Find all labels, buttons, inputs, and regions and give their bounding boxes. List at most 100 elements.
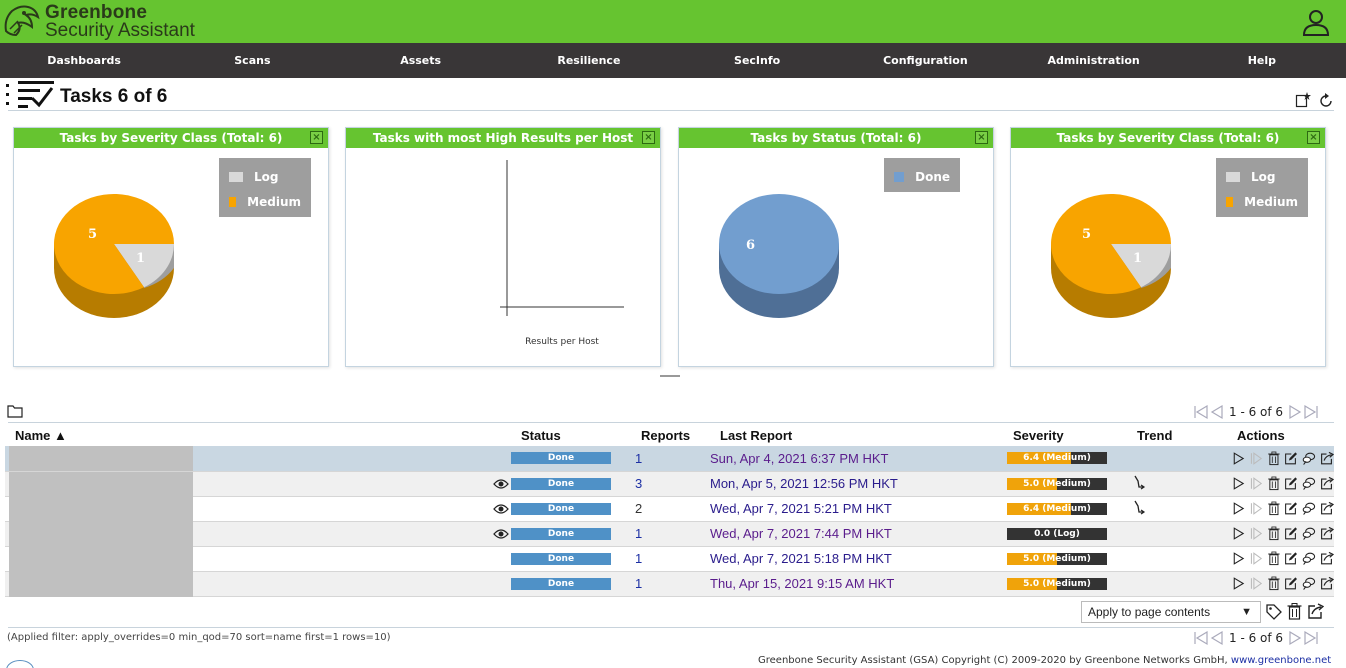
previous-page-icon[interactable]	[1209, 404, 1225, 420]
clone-icon[interactable]	[1302, 575, 1316, 592]
export-icon[interactable]	[1320, 475, 1334, 492]
nav-configuration[interactable]: Configuration	[841, 43, 1009, 78]
reports-count-link[interactable]: 2	[631, 496, 710, 522]
export-icon[interactable]	[1320, 525, 1334, 542]
edit-icon[interactable]	[1284, 450, 1298, 467]
resume-icon[interactable]	[1249, 550, 1263, 567]
reports-count-link[interactable]: 1	[631, 546, 710, 572]
column-header-last-report[interactable]: Last Report	[710, 425, 1007, 446]
table-row[interactable]: Done 1 Thu, Apr 15, 2021 9:15 AM HKT 5.0 (M…	[5, 571, 1334, 597]
last-page-icon[interactable]	[1303, 630, 1319, 646]
start-icon[interactable]	[1231, 450, 1245, 467]
clone-icon[interactable]	[1302, 500, 1316, 517]
clone-icon[interactable]	[1302, 450, 1316, 467]
edit-icon[interactable]	[1284, 550, 1298, 567]
bulk-delete-icon[interactable]	[1286, 603, 1303, 620]
delete-icon[interactable]	[1267, 450, 1281, 467]
delete-icon[interactable]	[1267, 525, 1281, 542]
last-report-link[interactable]: Wed, Apr 7, 2021 5:21 PM HKT	[710, 496, 1007, 522]
start-icon[interactable]	[1231, 550, 1245, 567]
export-icon[interactable]	[1320, 550, 1334, 567]
column-header-status[interactable]: Status	[511, 425, 631, 446]
nav-secinfo[interactable]: SecInfo	[673, 43, 841, 78]
task-name-cell[interactable]	[5, 571, 511, 597]
panel-title[interactable]: Tasks by Severity Class (Total: 6) ×	[14, 128, 328, 148]
reload-icon[interactable]	[1318, 93, 1334, 109]
legend-item-log[interactable]: Log	[229, 164, 301, 189]
resume-icon[interactable]	[1249, 450, 1263, 467]
next-page-icon[interactable]	[1287, 630, 1303, 646]
reports-count-link[interactable]: 1	[631, 571, 710, 597]
column-header-reports[interactable]: Reports	[631, 425, 710, 446]
panel-title[interactable]: Tasks by Severity Class (Total: 6) ×	[1011, 128, 1325, 148]
export-icon[interactable]	[1320, 575, 1334, 592]
last-report-link[interactable]: Thu, Apr 15, 2021 9:15 AM HKT	[710, 571, 1007, 597]
close-panel-icon[interactable]: ×	[642, 131, 655, 144]
last-page-icon[interactable]	[1303, 404, 1319, 420]
resume-icon[interactable]	[1249, 525, 1263, 542]
nav-scans[interactable]: Scans	[168, 43, 336, 78]
close-panel-icon[interactable]: ×	[1307, 131, 1320, 144]
delete-icon[interactable]	[1267, 550, 1281, 567]
legend-item-done[interactable]: Done	[894, 164, 950, 189]
table-row[interactable]: Done 2 Wed, Apr 7, 2021 5:21 PM HKT 6.4 (Me…	[5, 496, 1334, 522]
table-row[interactable]: Done 1 Wed, Apr 7, 2021 5:18 PM HKT 5.0 (Me…	[5, 546, 1334, 572]
export-icon[interactable]	[1320, 500, 1334, 517]
edit-icon[interactable]	[1284, 525, 1298, 542]
previous-page-icon[interactable]	[1209, 630, 1225, 646]
panel-title[interactable]: Tasks by Status (Total: 6) ×	[679, 128, 993, 148]
column-header-severity[interactable]: Severity	[1007, 425, 1131, 446]
nav-dashboards[interactable]: Dashboards	[0, 43, 168, 78]
pie-slice-done[interactable]	[719, 194, 839, 294]
reports-count-link[interactable]: 1	[631, 446, 710, 472]
edit-icon[interactable]	[1284, 475, 1298, 492]
edit-icon[interactable]	[1284, 500, 1298, 517]
start-icon[interactable]	[1231, 575, 1245, 592]
first-page-icon[interactable]	[1193, 404, 1209, 420]
nav-resilience[interactable]: Resilience	[505, 43, 673, 78]
clone-icon[interactable]	[1302, 550, 1316, 567]
folder-icon[interactable]	[7, 404, 23, 418]
task-name-cell[interactable]	[5, 446, 511, 472]
last-report-link[interactable]: Wed, Apr 7, 2021 7:44 PM HKT	[710, 521, 1007, 547]
clone-icon[interactable]	[1302, 475, 1316, 492]
next-page-icon[interactable]	[1287, 404, 1303, 420]
nav-administration[interactable]: Administration	[1010, 43, 1178, 78]
new-dashboard-icon[interactable]	[1295, 92, 1311, 108]
start-icon[interactable]	[1231, 475, 1245, 492]
bulk-export-icon[interactable]	[1307, 603, 1324, 620]
edit-icon[interactable]	[1284, 575, 1298, 592]
dashboard-resize-handle[interactable]	[660, 375, 680, 377]
nav-assets[interactable]: Assets	[337, 43, 505, 78]
column-header-trend[interactable]: Trend	[1131, 425, 1229, 446]
reports-count-link[interactable]: 3	[631, 471, 710, 497]
legend-item-medium[interactable]: Medium	[229, 189, 301, 214]
last-report-link[interactable]: Wed, Apr 7, 2021 5:18 PM HKT	[710, 546, 1007, 572]
start-icon[interactable]	[1231, 525, 1245, 542]
task-name-cell[interactable]	[5, 471, 511, 497]
delete-icon[interactable]	[1267, 500, 1281, 517]
task-name-cell[interactable]	[5, 521, 511, 547]
last-report-link[interactable]: Mon, Apr 5, 2021 12:56 PM HKT	[710, 471, 1007, 497]
resume-icon[interactable]	[1249, 575, 1263, 592]
nav-help[interactable]: Help	[1178, 43, 1346, 78]
bulk-apply-select[interactable]: Apply to page contents ▼	[1081, 601, 1261, 623]
export-icon[interactable]	[1320, 450, 1334, 467]
legend-item-medium[interactable]: Medium	[1226, 189, 1298, 214]
task-name-cell[interactable]	[5, 546, 511, 572]
footer-link[interactable]: www.greenbone.net	[1231, 655, 1331, 666]
first-page-icon[interactable]	[1193, 630, 1209, 646]
delete-icon[interactable]	[1267, 575, 1281, 592]
user-menu-icon[interactable]	[1302, 8, 1330, 36]
table-row[interactable]: Done 3 Mon, Apr 5, 2021 12:56 PM HKT 5.0 (M…	[5, 471, 1334, 497]
reports-count-link[interactable]: 1	[631, 521, 710, 547]
delete-icon[interactable]	[1267, 475, 1281, 492]
task-name-cell[interactable]	[5, 496, 511, 522]
resume-icon[interactable]	[1249, 475, 1263, 492]
legend-item-log[interactable]: Log	[1226, 164, 1298, 189]
table-row[interactable]: Done 1 Wed, Apr 7, 2021 7:44 PM HKT 0.0 (Lo…	[5, 521, 1334, 547]
start-icon[interactable]	[1231, 500, 1245, 517]
clone-icon[interactable]	[1302, 525, 1316, 542]
table-row[interactable]: Done 1 Sun, Apr 4, 2021 6:37 PM HKT 6.4 (Me…	[5, 446, 1334, 472]
greenbone-logo-icon[interactable]	[2, 1, 42, 41]
